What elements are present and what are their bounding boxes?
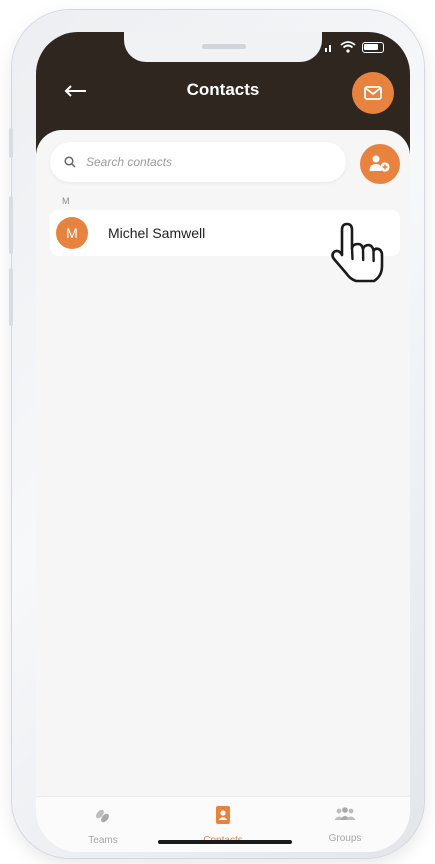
phone-screen: Contacts M M Michel Samwell Teams — [36, 32, 410, 852]
section-header-letter: M — [62, 196, 70, 206]
battery-icon — [362, 41, 384, 53]
groups-icon — [334, 807, 356, 820]
envelope-icon — [364, 86, 382, 100]
tab-label-groups: Groups — [328, 833, 362, 844]
notch — [124, 32, 322, 62]
contact-avatar: M — [56, 217, 88, 249]
pointer-hand-icon — [331, 222, 384, 283]
tab-label-teams: Teams — [88, 835, 118, 846]
contacts-icon — [216, 806, 230, 824]
speaker-grille — [202, 44, 246, 49]
tab-groups[interactable]: Groups — [300, 805, 390, 844]
home-indicator[interactable] — [158, 840, 292, 844]
wifi-icon — [340, 41, 356, 53]
search-icon — [64, 156, 76, 168]
contact-name: Michel Samwell — [108, 225, 206, 241]
contacts-content: M M Michel Samwell — [36, 130, 410, 810]
status-bar — [324, 41, 384, 53]
tab-teams[interactable]: Teams — [58, 805, 148, 846]
add-user-icon — [369, 155, 390, 172]
teams-icon — [96, 809, 109, 823]
search-input[interactable] — [86, 155, 316, 169]
volume-down-button — [9, 268, 13, 326]
silent-switch — [9, 128, 13, 158]
signal-icon — [325, 45, 331, 52]
add-contact-button[interactable] — [360, 144, 400, 184]
search-bar[interactable] — [50, 142, 346, 182]
volume-up-button — [9, 196, 13, 254]
message-button[interactable] — [352, 72, 394, 114]
